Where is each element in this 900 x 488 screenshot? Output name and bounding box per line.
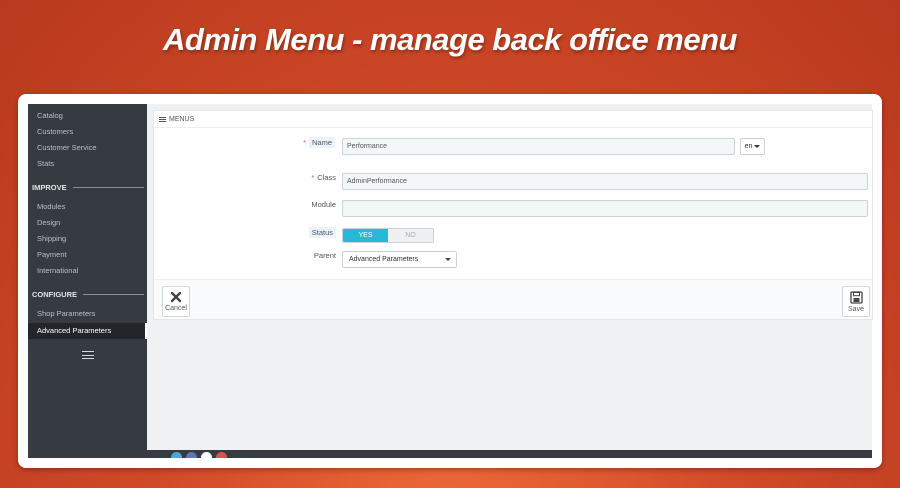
google-icon[interactable] [216,452,227,458]
sidebar-item-international[interactable]: International [28,263,147,279]
class-input[interactable]: AdminPerformance [342,173,868,190]
banner-title: Admin Menu - manage back office menu [163,22,737,57]
save-button[interactable]: Save [842,286,870,317]
sidebar: Catalog Customers Customer Service Stats… [28,104,147,458]
sidebar-item-design[interactable]: Design [28,215,147,231]
facebook-icon[interactable] [186,452,197,458]
cancel-label: Cancel [165,305,187,312]
status-toggle[interactable]: YES NO [342,228,434,243]
close-icon [170,291,182,303]
sidebar-item-payment[interactable]: Payment [28,247,147,263]
twitter-icon[interactable] [171,452,182,458]
app-window: Catalog Customers Customer Service Stats… [18,94,882,468]
floppy-disk-icon [849,290,863,304]
sidebar-section-label: CONFIGURE [32,289,77,299]
sidebar-item-modules[interactable]: Modules [28,199,147,215]
save-label: Save [848,305,864,313]
parent-selected-value: Advanced Parameters [349,256,419,263]
sidebar-section-improve: IMPROVE [28,180,147,194]
parent-select[interactable]: Advanced Parameters [342,251,457,268]
cancel-button[interactable]: Cancel [162,286,190,317]
panel-heading: MENUS [154,111,872,128]
status-no-option[interactable]: NO [388,229,433,242]
class-label: * Class [311,173,336,182]
module-label: Module [311,200,336,209]
module-input[interactable] [342,200,868,217]
divider [72,186,144,188]
caret-down-icon [754,145,761,148]
parent-label: Parent [313,251,336,260]
status-label: Status [154,227,336,238]
sidebar-item-shop-parameters[interactable]: Shop Parameters [28,306,147,322]
divider [83,293,144,295]
language-code: en [744,143,753,150]
sidebar-item-shipping[interactable]: Shipping [28,231,147,247]
panel-title: MENUS [169,115,195,123]
social-icons [171,452,227,458]
main-content: MENUS * Name Performance en * Class Admi… [147,104,873,458]
required-marker: * [311,173,315,182]
list-icon [159,116,166,122]
sidebar-item-stats[interactable]: Stats [28,156,147,172]
bottom-bar [147,450,872,458]
name-input[interactable]: Performance [342,138,735,155]
github-icon[interactable] [201,452,212,458]
menu-toggle-icon[interactable] [81,351,94,359]
sidebar-item-catalog[interactable]: Catalog [28,108,147,124]
required-marker: * [303,138,306,147]
status-yes-option[interactable]: YES [343,229,388,242]
name-label: * Name [154,137,335,148]
sidebar-item-customers[interactable]: Customers [28,124,147,140]
sidebar-section-label: IMPROVE [32,182,67,192]
form-footer: Cancel Save [154,279,872,319]
menus-panel: MENUS * Name Performance en * Class Admi… [153,110,873,320]
sidebar-item-customer-service[interactable]: Customer Service [28,140,147,156]
language-dropdown[interactable]: en [740,138,765,155]
sidebar-section-configure: CONFIGURE [28,287,147,301]
sidebar-item-advanced-parameters[interactable]: Advanced Parameters [28,323,147,339]
caret-down-icon [445,258,451,261]
